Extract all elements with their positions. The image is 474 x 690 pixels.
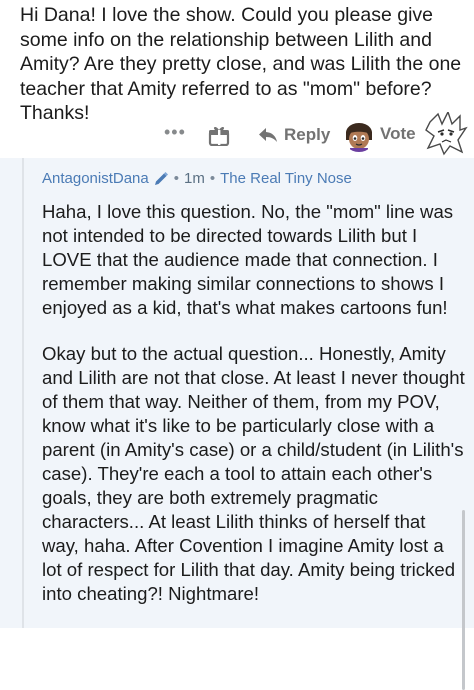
scrollbar[interactable] [462, 510, 465, 690]
reply-arrow-icon [259, 128, 277, 142]
moderator-pencil-icon [153, 171, 169, 187]
reply-thread: AntagonistDana • 1m • The Real Tiny Nose… [0, 158, 474, 690]
comment-paragraph: Okay but to the actual question... Hones… [42, 343, 465, 604]
award-icon[interactable] [208, 124, 230, 147]
comment-time: 1m [184, 170, 205, 187]
user-flair: The Real Tiny Nose [220, 170, 352, 187]
comment-meta: AntagonistDana • 1m • The Real Tiny Nose [42, 170, 352, 187]
meta-separator: • [209, 170, 216, 187]
reply-button[interactable]: Reply [258, 122, 330, 148]
character-avatar [424, 110, 468, 156]
vote-button[interactable]: Vote [380, 124, 416, 144]
reply-comment-body: Haha, I love this question. No, the "mom… [42, 200, 466, 628]
comment-paragraph: Haha, I love this question. No, the "mom… [42, 201, 454, 318]
thread-indent-line[interactable] [22, 158, 24, 628]
user-avatar[interactable] [342, 118, 376, 152]
author-username[interactable]: AntagonistDana [42, 170, 149, 187]
more-options-button[interactable]: ••• [164, 122, 186, 143]
meta-separator: • [173, 170, 180, 187]
parent-comment-text: Hi Dana! I love the show. Could you plea… [20, 4, 462, 124]
reply-label: Reply [284, 125, 331, 144]
comment-action-bar: ••• Reply Vote [0, 110, 474, 156]
